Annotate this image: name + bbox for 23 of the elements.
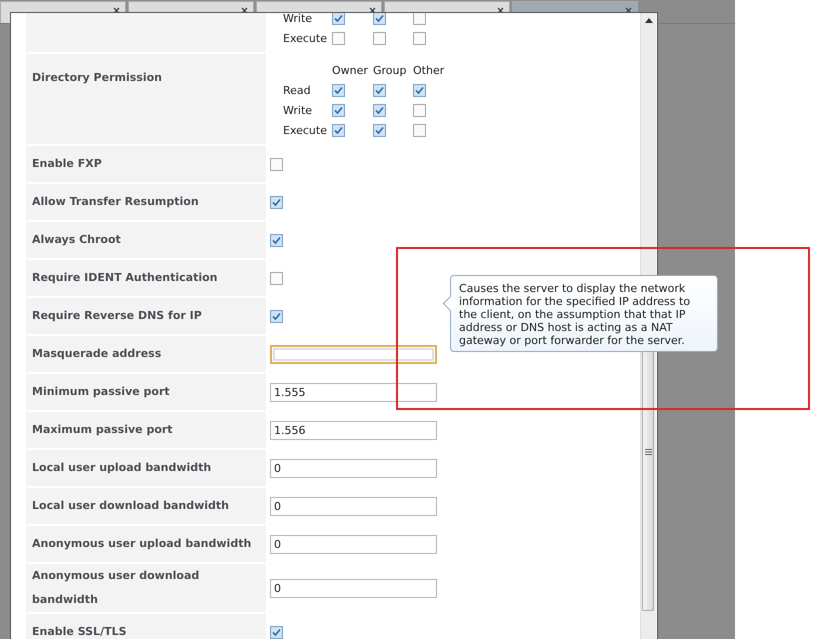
setting-label: Local user upload bandwidth — [32, 460, 212, 476]
permission-label: Write — [283, 13, 314, 24]
setting-label: Enable FXP — [32, 156, 102, 172]
permission-label: Execute — [283, 32, 328, 44]
setting-label: Maximum passive port — [32, 422, 173, 438]
setting-label: Minimum passive port — [32, 384, 170, 400]
setting-label: Anonymous user upload bandwidth — [32, 536, 252, 552]
column-header: Group — [373, 64, 408, 76]
setting-label: Allow Transfer Resumption — [32, 194, 199, 210]
column-header: Owner — [332, 64, 369, 76]
setting-label: Always Chroot — [32, 232, 121, 248]
permission-label: Write — [283, 104, 314, 116]
setting-label: Require Reverse DNS for IP — [32, 308, 202, 324]
setting-label: Local user download bandwidth — [32, 498, 229, 514]
setting-label: Directory Permission — [32, 70, 162, 86]
permission-label: Read — [283, 84, 312, 96]
setting-label: Enable SSL/TLS — [32, 624, 127, 639]
column-header: Other — [413, 64, 443, 76]
setting-label: Require IDENT Authentication — [32, 270, 218, 286]
permission-label: Execute — [283, 124, 328, 136]
tooltip-text: Causes the server to display the network information for the specified IP address to the client, on the assumption that that IP address or DNS host is acting as a NAT gateway or port forwarder for the server. — [459, 282, 692, 347]
setting-label: Masquerade address — [32, 346, 162, 362]
setting-label: Anonymous user download bandwidth — [32, 568, 200, 608]
